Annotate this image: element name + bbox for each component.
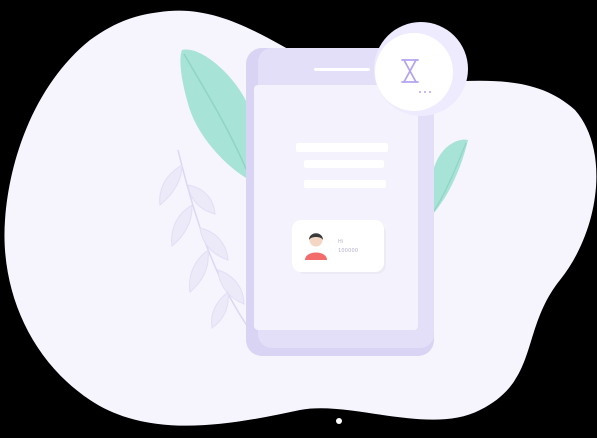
profile-card-line-1: Hi	[338, 239, 344, 245]
phone-speaker	[314, 68, 370, 71]
illustration-canvas	[4, 10, 597, 426]
indicator-dot	[336, 418, 342, 424]
illustration: Hi 100000	[0, 0, 597, 438]
placeholder-lines	[296, 143, 388, 188]
profile-card-line-2: 100000	[338, 248, 359, 254]
timer-badge	[374, 22, 468, 116]
profile-card	[292, 220, 384, 272]
phone-screen	[254, 85, 418, 330]
